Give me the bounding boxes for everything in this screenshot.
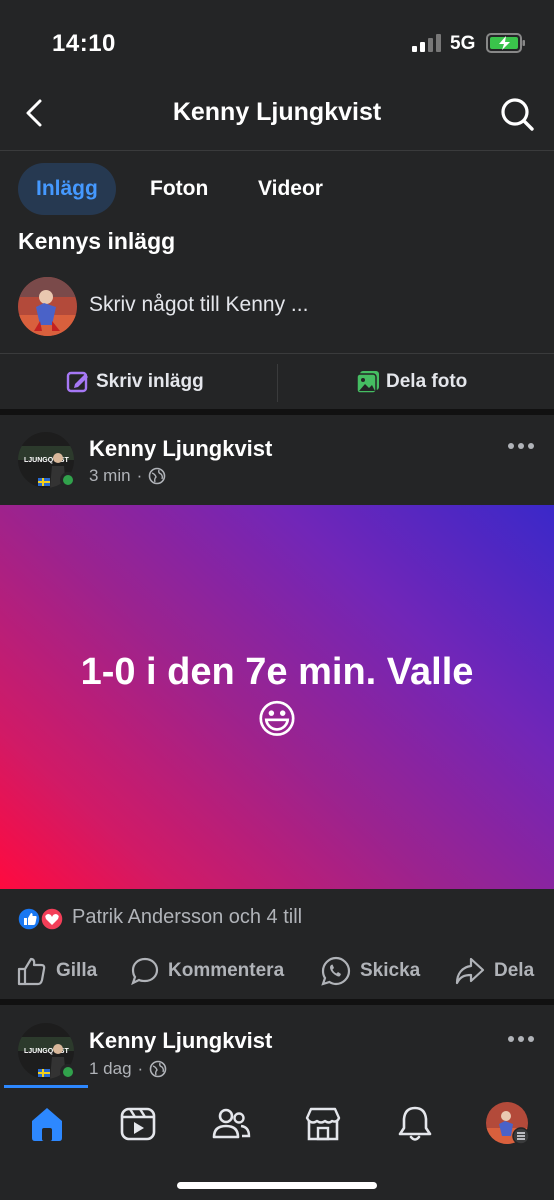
- comment-label: Kommentera: [168, 960, 285, 981]
- tab-photos[interactable]: Foton: [150, 163, 208, 215]
- like-button[interactable]: Gilla: [16, 954, 97, 988]
- write-post-label: Skriv inlägg: [96, 371, 204, 392]
- header-divider: [0, 150, 554, 151]
- post-author-name[interactable]: Kenny Ljungkvist: [89, 1028, 272, 1054]
- post-author-name[interactable]: Kenny Ljungkvist: [89, 436, 272, 462]
- post-text: 1-0 i den 7e min. Valle: [80, 651, 474, 693]
- post-time: 1 dag: [89, 1059, 132, 1078]
- marketplace-icon[interactable]: [303, 1104, 343, 1144]
- network-label: 5G: [450, 33, 476, 54]
- share-button[interactable]: Dela: [454, 954, 534, 988]
- friends-icon[interactable]: [211, 1104, 251, 1144]
- more-options-icon[interactable]: [506, 441, 536, 451]
- post-time: 3 min: [89, 466, 131, 485]
- status-time: 14:10: [52, 30, 116, 57]
- globe-icon: [149, 1060, 167, 1078]
- write-post-button[interactable]: Skriv inlägg: [66, 362, 204, 402]
- page-title: Kenny Ljungkvist: [172, 98, 382, 126]
- send-label: Skicka: [360, 960, 421, 981]
- share-photo-button[interactable]: Dela foto: [356, 362, 467, 402]
- post-separator: [0, 999, 554, 1005]
- reactions-summary[interactable]: Patrik Andersson och 4 till: [72, 906, 302, 929]
- globe-icon: [148, 467, 166, 485]
- send-button[interactable]: Skicka: [320, 954, 420, 988]
- reels-icon[interactable]: [118, 1104, 158, 1144]
- action-divider: [277, 364, 278, 402]
- post-text-container: 1-0 i den 7e min. Valle 😃: [30, 648, 524, 744]
- composer-input[interactable]: Skriv något till Kenny ...: [89, 293, 308, 317]
- share-photo-label: Dela foto: [386, 371, 468, 392]
- meta-separator: ·: [137, 1059, 144, 1078]
- divider: [0, 353, 554, 354]
- edit-icon: [66, 371, 88, 393]
- section-title: Kennys inlägg: [18, 228, 176, 254]
- reaction-icons[interactable]: [17, 907, 67, 931]
- post-emoji: 😃: [256, 698, 298, 742]
- photo-icon: [356, 371, 379, 394]
- comment-button[interactable]: Kommentera: [130, 954, 284, 988]
- share-label: Dela: [494, 960, 535, 981]
- like-icon: [17, 957, 46, 986]
- comment-icon: [131, 957, 159, 986]
- home-indicator: [177, 1182, 377, 1189]
- active-tab-indicator: [4, 1085, 88, 1088]
- tab-videos[interactable]: Videor: [258, 163, 323, 215]
- signal-icon: [412, 34, 441, 52]
- notifications-icon[interactable]: [395, 1104, 435, 1144]
- whatsapp-icon: [321, 956, 351, 986]
- avatar[interactable]: [18, 277, 77, 336]
- search-icon[interactable]: [498, 96, 536, 132]
- like-label: Gilla: [56, 960, 98, 981]
- meta-separator: ·: [136, 466, 143, 485]
- post-meta: 3 min ·: [89, 466, 166, 486]
- online-indicator: [60, 1064, 76, 1080]
- menu-icon[interactable]: [512, 1127, 530, 1145]
- section-separator: [0, 409, 554, 415]
- battery-icon: [486, 33, 525, 53]
- post-meta: 1 dag ·: [89, 1059, 167, 1079]
- share-icon: [455, 957, 485, 985]
- online-indicator: [60, 472, 76, 488]
- tab-posts[interactable]: Inlägg: [18, 163, 116, 215]
- more-options-icon[interactable]: [506, 1034, 536, 1044]
- home-icon[interactable]: [27, 1104, 67, 1144]
